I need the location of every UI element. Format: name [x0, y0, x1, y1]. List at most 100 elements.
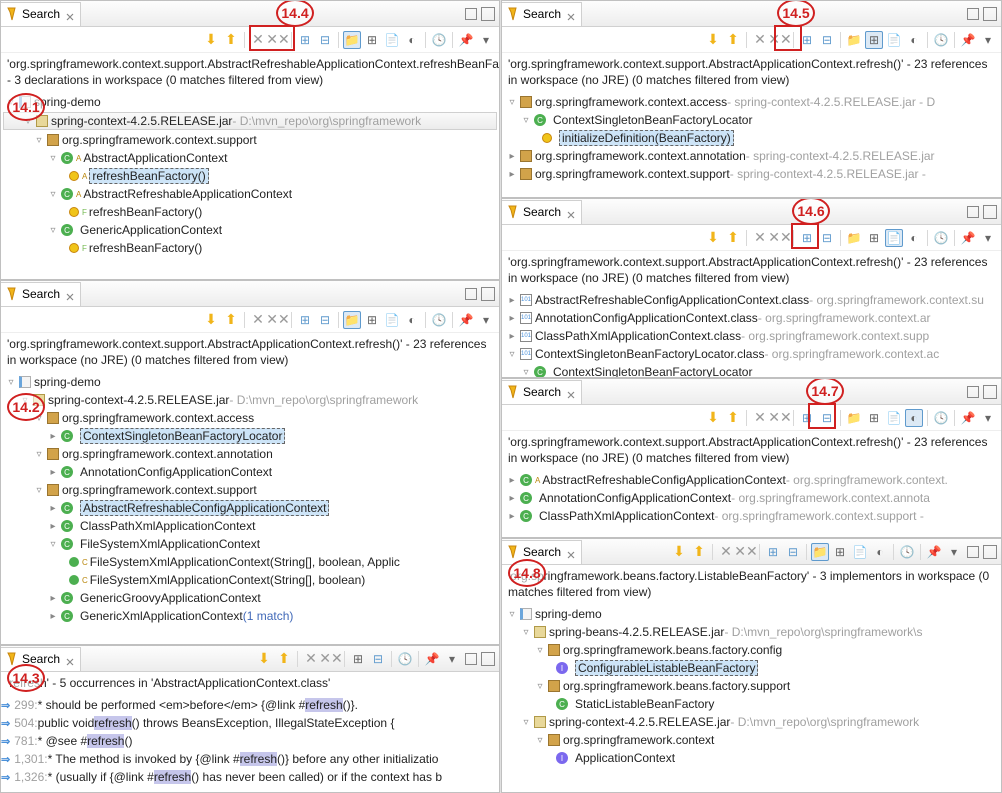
- remove-match-icon[interactable]: ✕: [717, 543, 735, 561]
- minimize-icon[interactable]: [967, 386, 979, 398]
- close-icon[interactable]: [66, 290, 74, 298]
- tree-row[interactable]: ▸101AbstractRefreshableConfigApplication…: [502, 291, 1001, 309]
- close-icon[interactable]: [567, 388, 575, 396]
- history-icon[interactable]: 🕓: [430, 311, 448, 329]
- pin-icon[interactable]: 📌: [457, 311, 475, 329]
- tree-row[interactable]: ▸CClassPathXmlApplicationContext: [1, 517, 499, 535]
- match-row[interactable]: ⇒1,301: * The method is invoked by {@lin…: [1, 750, 499, 768]
- menu-icon[interactable]: ▾: [477, 31, 495, 49]
- tree-row[interactable]: ▿org.springframework.context.support: [1, 131, 499, 149]
- collapse-icon[interactable]: ⊟: [316, 31, 334, 49]
- prev-match-icon[interactable]: ⬆: [690, 543, 708, 561]
- group-package-icon[interactable]: ⊞: [865, 229, 883, 247]
- group-project-icon[interactable]: 📁: [343, 31, 361, 49]
- tree-row[interactable]: ▸CGenericXmlApplicationContext (1 match): [1, 607, 499, 625]
- tree-row[interactable]: ▸CAnnotationConfigApplicationContext: [1, 463, 499, 481]
- group-file-icon[interactable]: 📄: [383, 31, 401, 49]
- close-icon[interactable]: [66, 10, 74, 18]
- tree-row[interactable]: ▸101AnnotationConfigApplicationContext.c…: [502, 309, 1001, 327]
- history-icon[interactable]: 🕓: [932, 409, 950, 427]
- next-match-icon[interactable]: ⬇: [704, 409, 722, 427]
- collapse-icon[interactable]: ⊟: [784, 543, 802, 561]
- match-row[interactable]: ⇒1,326: * (usually if {@link #refresh() …: [1, 768, 499, 786]
- prev-match-icon[interactable]: ⬆: [724, 409, 742, 427]
- pin-icon[interactable]: 📌: [457, 31, 475, 49]
- tree-row[interactable]: IApplicationContext: [502, 749, 1001, 767]
- minimize-icon[interactable]: [465, 8, 477, 20]
- tree-row[interactable]: ▿org.springframework.context.access: [1, 409, 499, 427]
- remove-all-icon[interactable]: ✕✕: [771, 229, 789, 247]
- expand-icon[interactable]: ⊞: [764, 543, 782, 561]
- group-package-icon[interactable]: ⊞: [363, 31, 381, 49]
- group-file-icon[interactable]: 📄: [885, 229, 903, 247]
- match-row[interactable]: ⇒781: * @see #refresh(): [1, 732, 499, 750]
- tab-search[interactable]: Search: [502, 200, 582, 224]
- close-icon[interactable]: [66, 655, 74, 663]
- remove-all-icon[interactable]: ✕✕: [737, 543, 755, 561]
- menu-icon[interactable]: ▾: [477, 311, 495, 329]
- remove-all-icon[interactable]: ✕✕: [771, 409, 789, 427]
- next-match-icon[interactable]: ⬇: [704, 31, 722, 49]
- tree-row[interactable]: FrefreshBeanFactory(): [1, 239, 499, 257]
- pin-icon[interactable]: 📌: [925, 543, 943, 561]
- tree-row[interactable]: ▿org.springframework.context.annotation: [1, 445, 499, 463]
- tree-row[interactable]: ▸CAnnotationConfigApplicationContext - o…: [502, 489, 1001, 507]
- collapse-icon[interactable]: ⊟: [818, 229, 836, 247]
- group-type-icon[interactable]: ◐: [905, 229, 923, 247]
- tree-row[interactable]: ▸CAbstractRefreshableConfigApplicationCo…: [1, 499, 499, 517]
- remove-match-icon[interactable]: ✕: [751, 31, 769, 49]
- tree-row[interactable]: ▿spring-context-4.2.5.RELEASE.jar - D:\m…: [3, 112, 497, 130]
- group-project-icon[interactable]: 📁: [845, 409, 863, 427]
- menu-icon[interactable]: ▾: [443, 650, 461, 668]
- tree-row[interactable]: ▸CAAbstractRefreshableConfigApplicationC…: [502, 471, 1001, 489]
- group-package-icon[interactable]: ⊞: [865, 31, 883, 49]
- remove-match-icon[interactable]: ✕: [302, 650, 320, 668]
- tree-row[interactable]: ▿CContextSingletonBeanFactoryLocator: [502, 111, 1001, 129]
- minimize-icon[interactable]: [967, 546, 979, 558]
- tree-row[interactable]: ▿org.springframework.context.access - sp…: [502, 93, 1001, 111]
- tree-row[interactable]: ▿org.springframework.beans.factory.confi…: [502, 641, 1001, 659]
- menu-icon[interactable]: ▾: [979, 31, 997, 49]
- group-project-icon[interactable]: 📁: [343, 311, 361, 329]
- menu-icon[interactable]: ▾: [945, 543, 963, 561]
- maximize-icon[interactable]: [983, 205, 997, 219]
- tree-row[interactable]: ▿CFileSystemXmlApplicationContext: [1, 535, 499, 553]
- tree-row[interactable]: FrefreshBeanFactory(): [1, 203, 499, 221]
- history-icon[interactable]: 🕓: [430, 31, 448, 49]
- tree-row[interactable]: ▿CGenericApplicationContext: [1, 221, 499, 239]
- group-project-icon[interactable]: 📁: [845, 31, 863, 49]
- close-icon[interactable]: [567, 10, 575, 18]
- tree-row[interactable]: CStaticListableBeanFactory: [502, 695, 1001, 713]
- group-file-icon[interactable]: 📄: [885, 31, 903, 49]
- tree-row[interactable]: ▸101ClassPathXmlApplicationContext.class…: [502, 327, 1001, 345]
- tree-row[interactable]: CFileSystemXmlApplicationContext(String[…: [1, 571, 499, 589]
- group-file-icon[interactable]: 📄: [851, 543, 869, 561]
- tree-row[interactable]: ▿spring-beans-4.2.5.RELEASE.jar - D:\mvn…: [502, 623, 1001, 641]
- pin-icon[interactable]: 📌: [959, 31, 977, 49]
- maximize-icon[interactable]: [983, 545, 997, 559]
- maximize-icon[interactable]: [481, 652, 495, 666]
- tree-row[interactable]: ▿spring-demo: [502, 605, 1001, 623]
- remove-match-icon[interactable]: ✕: [249, 311, 267, 329]
- match-row[interactable]: ⇒504: public void refresh() throws Beans…: [1, 714, 499, 732]
- next-match-icon[interactable]: ⬇: [202, 311, 220, 329]
- prev-match-icon[interactable]: ⬆: [724, 229, 742, 247]
- next-match-icon[interactable]: ⬇: [255, 650, 273, 668]
- tree-row[interactable]: ▸CContextSingletonBeanFactoryLocator: [1, 427, 499, 445]
- collapse-icon[interactable]: ⊟: [369, 650, 387, 668]
- history-icon[interactable]: 🕓: [932, 31, 950, 49]
- history-icon[interactable]: 🕓: [932, 229, 950, 247]
- pin-icon[interactable]: 📌: [959, 229, 977, 247]
- prev-match-icon[interactable]: ⬆: [275, 650, 293, 668]
- prev-match-icon[interactable]: ⬆: [222, 311, 240, 329]
- collapse-icon[interactable]: ⊟: [316, 311, 334, 329]
- tree-row[interactable]: ▸org.springframework.context.annotation …: [502, 147, 1001, 165]
- minimize-icon[interactable]: [465, 653, 477, 665]
- tree-row[interactable]: ▿101ContextSingletonBeanFactoryLocator.c…: [502, 345, 1001, 363]
- group-package-icon[interactable]: ⊞: [865, 409, 883, 427]
- close-icon[interactable]: [567, 548, 575, 556]
- prev-match-icon[interactable]: ⬆: [724, 31, 742, 49]
- tree-row[interactable]: ▸CGenericGroovyApplicationContext: [1, 589, 499, 607]
- remove-all-icon[interactable]: ✕✕: [269, 311, 287, 329]
- tree-row[interactable]: ▸CClassPathXmlApplicationContext - org.s…: [502, 507, 1001, 525]
